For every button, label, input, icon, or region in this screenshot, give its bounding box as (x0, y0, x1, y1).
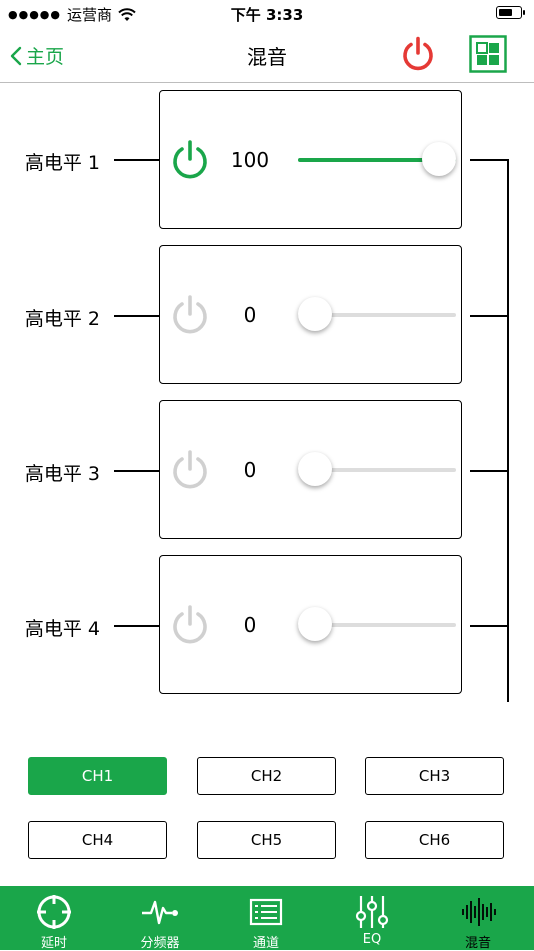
channel-label: 高电平 3 (24, 463, 100, 485)
power-icon (173, 140, 207, 179)
channel-label: 高电平 2 (24, 308, 100, 330)
tab-label: 分频器 (140, 936, 180, 951)
slider-knob[interactable] (298, 297, 332, 331)
level-slider[interactable] (298, 297, 456, 331)
level-slider[interactable] (298, 452, 456, 486)
channel-value: 0 (243, 613, 257, 637)
connector-line (114, 159, 159, 161)
power-icon (173, 605, 207, 644)
list-icon (249, 898, 283, 926)
tab-eq[interactable]: EQ (319, 886, 425, 950)
battery-icon (496, 6, 525, 19)
channel-value: 0 (243, 458, 257, 482)
channel-card: 0 (159, 555, 462, 694)
power-icon (403, 36, 433, 71)
channel-label: 高电平 4 (24, 618, 100, 640)
tab-label: 延时 (40, 936, 67, 951)
ch-button[interactable]: CH4 (28, 821, 167, 859)
connector-line (470, 315, 508, 317)
channel-power-button[interactable] (168, 138, 212, 182)
tab-label: EQ (362, 932, 382, 947)
nav-bar: 主页 混音 (0, 26, 534, 83)
bus-line (507, 159, 509, 702)
audio-bars-icon (462, 898, 496, 926)
slider-knob[interactable] (298, 452, 332, 486)
channel-label: 高电平 1 (24, 152, 100, 174)
channel-power-button[interactable] (168, 293, 212, 337)
tab-crossover[interactable]: 分频器 (107, 886, 213, 951)
connector-line (114, 470, 159, 472)
channel-power-button[interactable] (168, 603, 212, 647)
crosshair-icon (37, 895, 71, 929)
sliders-icon (355, 896, 389, 928)
level-slider[interactable] (298, 142, 456, 176)
channel-card: 0 (159, 245, 462, 384)
status-bar: ●●●●● 运营商 下午 3:33 (0, 0, 534, 26)
master-power-button[interactable] (399, 35, 437, 73)
tab-delay[interactable]: 延时 (1, 886, 107, 951)
slider-knob[interactable] (422, 142, 456, 176)
tab-label: 混音 (464, 936, 491, 951)
tab-mix[interactable]: 混音 (425, 886, 531, 951)
power-icon (173, 295, 207, 334)
connector-line (470, 625, 508, 627)
channel-value: 100 (230, 148, 270, 172)
connector-line (114, 315, 159, 317)
channel-card: 100 (159, 90, 462, 229)
page-title: 混音 (247, 45, 287, 69)
channel-card: 0 (159, 400, 462, 539)
connector-line (114, 625, 159, 627)
tab-bar: 延时 分频器 通道 EQ 混音 (0, 886, 534, 951)
ch-button[interactable]: CH5 (197, 821, 336, 859)
channel-value: 0 (243, 303, 257, 327)
clock: 下午 3:33 (230, 6, 304, 24)
ch-button[interactable]: CH3 (365, 757, 504, 795)
channel-power-button[interactable] (168, 448, 212, 492)
tab-label: 通道 (252, 936, 279, 951)
layout-grid-button[interactable] (469, 35, 507, 73)
level-slider[interactable] (298, 607, 456, 641)
battery-fill (499, 9, 512, 16)
grid-icon (469, 35, 507, 73)
connector-line (470, 159, 508, 161)
waveform-icon (142, 900, 178, 925)
tab-channel[interactable]: 通道 (213, 886, 319, 951)
power-icon (173, 450, 207, 489)
connector-line (470, 470, 508, 472)
ch-button[interactable]: CH6 (365, 821, 504, 859)
slider-knob[interactable] (298, 607, 332, 641)
ch-button[interactable]: CH1 (28, 757, 167, 795)
ch-button[interactable]: CH2 (197, 757, 336, 795)
